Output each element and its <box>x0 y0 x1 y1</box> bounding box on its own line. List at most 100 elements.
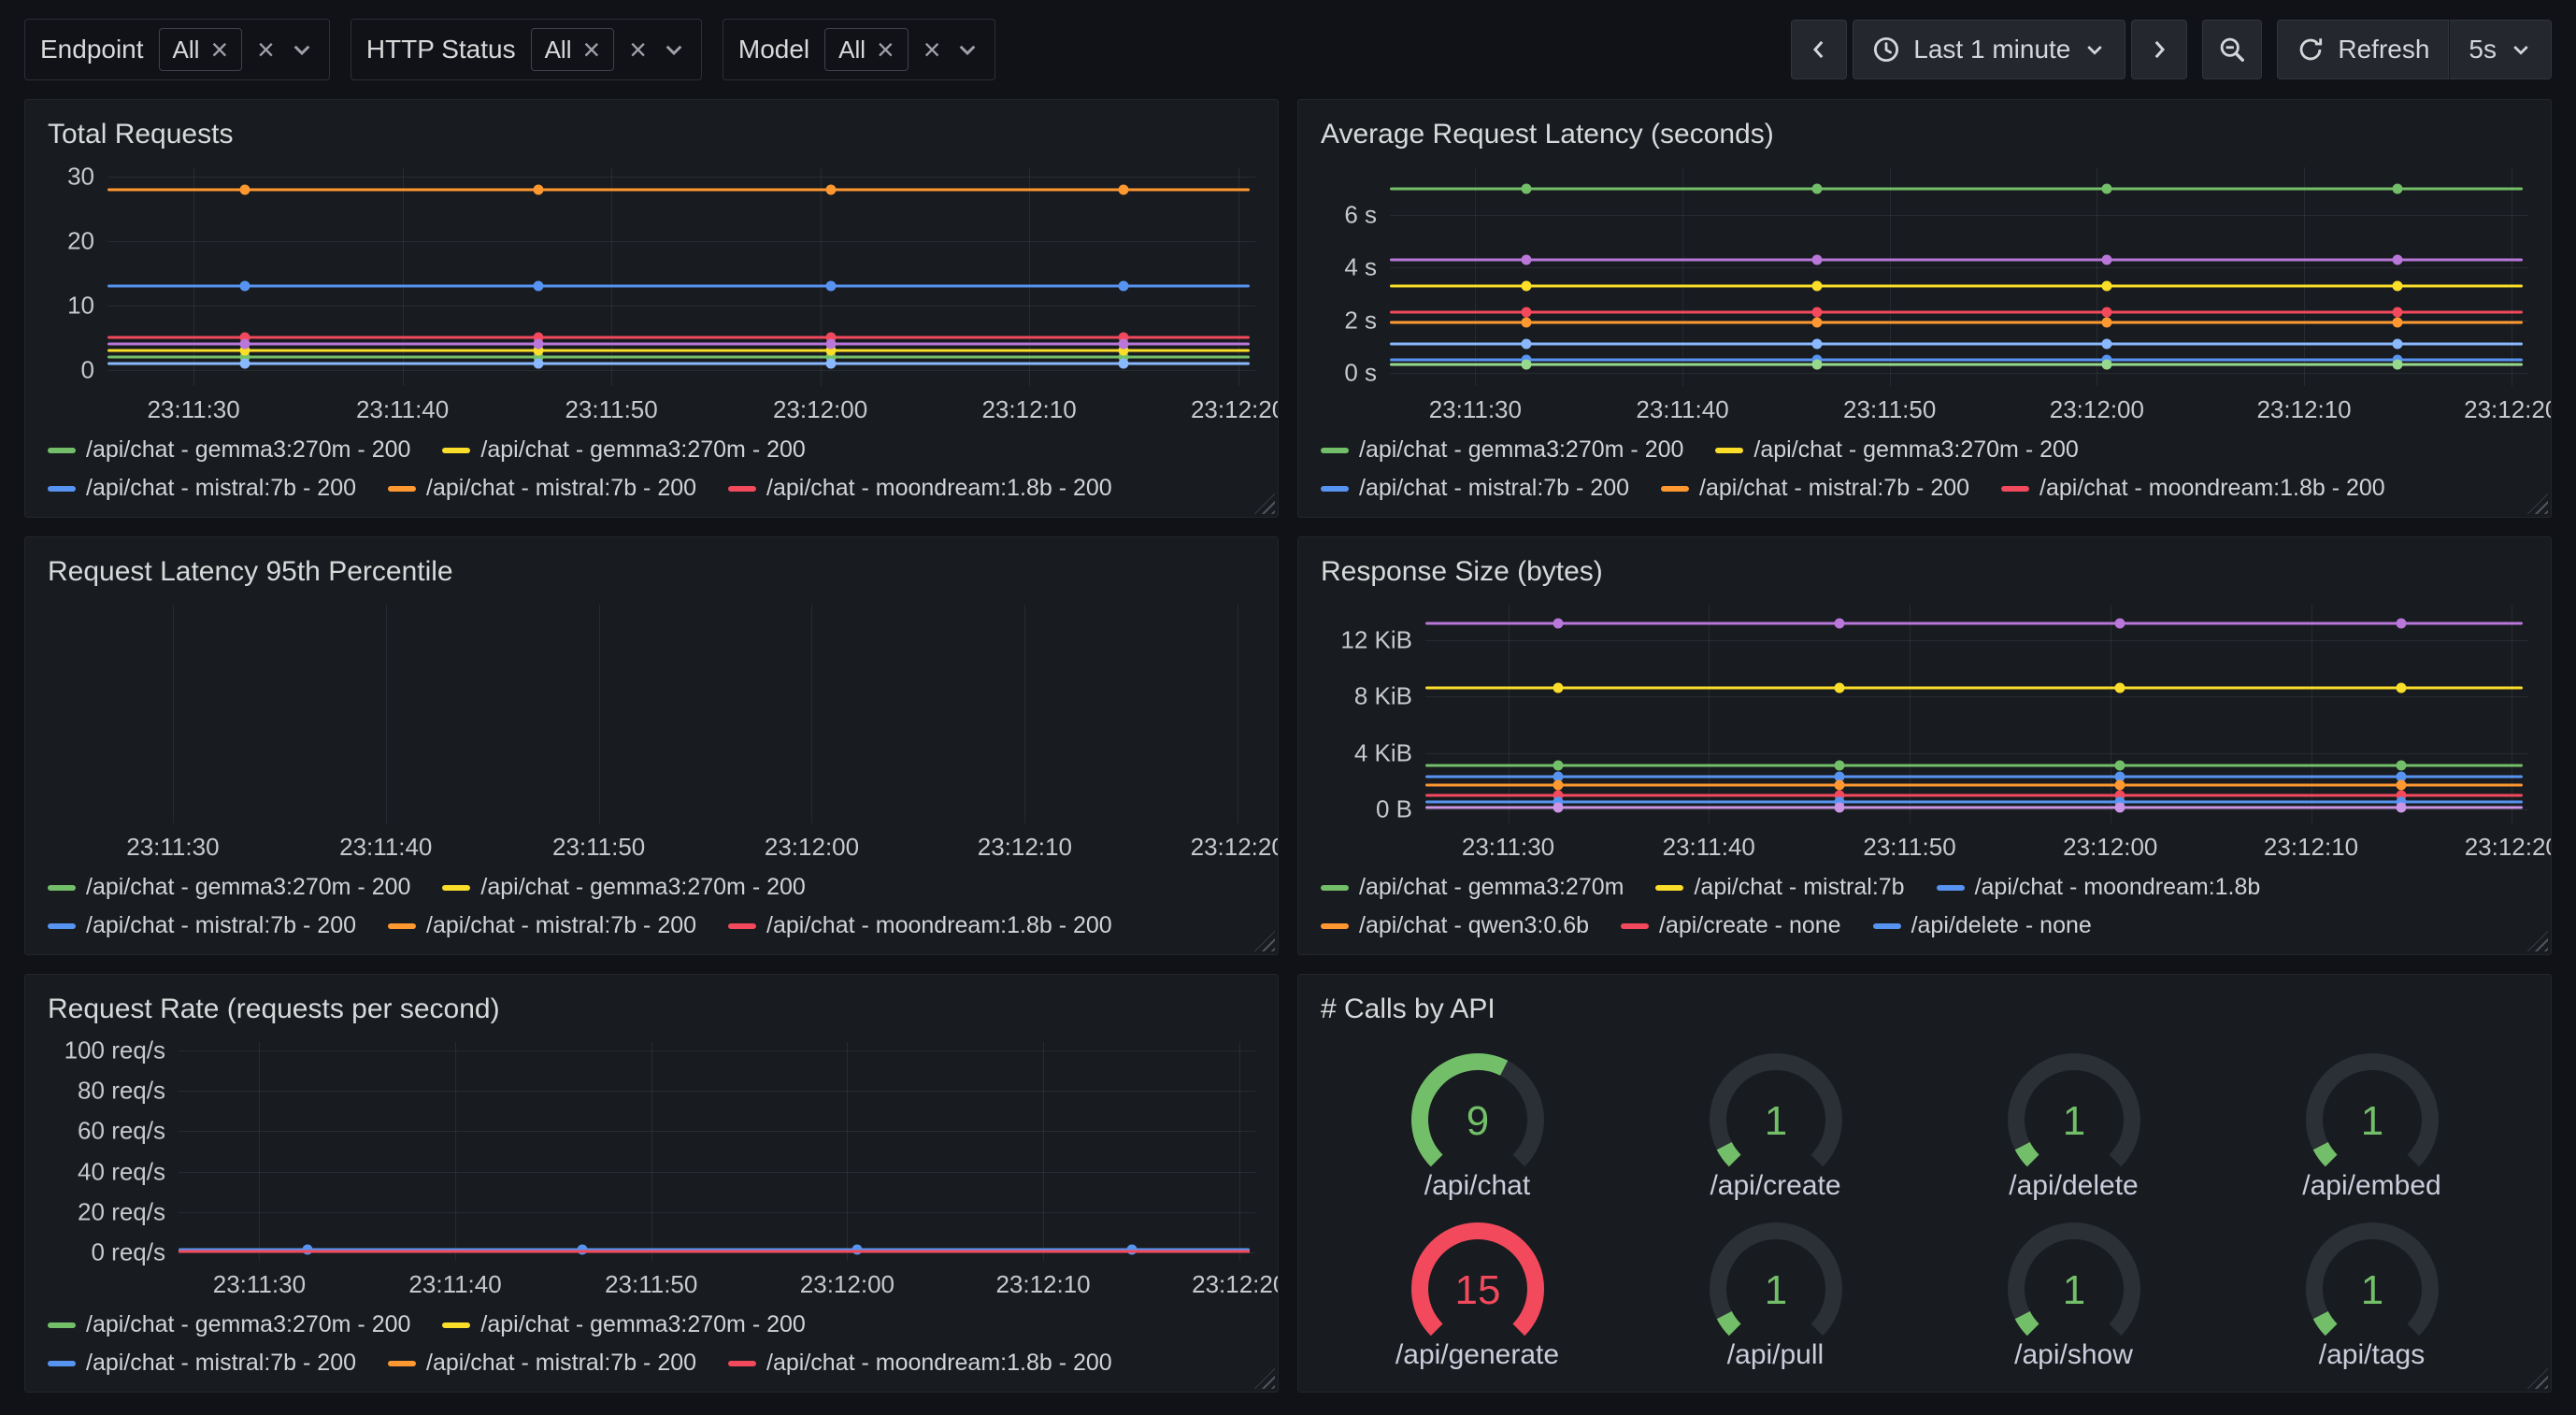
h-gridline <box>107 241 1255 242</box>
legend-item[interactable]: /api/delete - none <box>1873 912 2092 939</box>
series-point <box>533 185 543 195</box>
panel-resize-handle[interactable] <box>1254 1368 1275 1389</box>
series-point <box>1522 307 1532 318</box>
legend-swatch <box>1715 448 1743 453</box>
legend-item[interactable]: /api/chat - gemma3:270m <box>1321 874 1624 901</box>
legend-swatch <box>1937 885 1965 891</box>
legend-label: /api/chat - gemma3:270m <box>1359 874 1624 901</box>
time-shift-back-button[interactable] <box>1791 20 1847 79</box>
legend-item[interactable]: /api/chat - gemma3:270m - 200 <box>442 874 805 901</box>
panel-resize-handle[interactable] <box>2527 931 2548 951</box>
legend-item[interactable]: /api/chat - gemma3:270m - 200 <box>48 874 410 901</box>
plot-row: 0 s2 s4 s6 s <box>1321 167 2528 386</box>
series-line <box>1390 187 2523 190</box>
remove-value-icon[interactable]: × <box>583 35 601 64</box>
plot-row: 0 req/s20 req/s40 req/s60 req/s80 req/s1… <box>48 1042 1255 1261</box>
y-axis: 0 req/s20 req/s40 req/s60 req/s80 req/s1… <box>48 1042 179 1261</box>
zoom-out-button[interactable] <box>2202 20 2262 79</box>
y-tick-label: 12 KiB <box>1340 625 1412 654</box>
panel-resize-handle[interactable] <box>2527 1368 2548 1389</box>
panel-resize-handle[interactable] <box>2527 493 2548 514</box>
filter-value-chip[interactable]: All × <box>159 28 243 71</box>
legend-item[interactable]: /api/chat - moondream:1.8b - 200 <box>2001 475 2385 502</box>
legend-item[interactable]: /api/chat - gemma3:270m - 200 <box>1715 436 2078 464</box>
legend-item[interactable]: /api/chat - qwen3:0.6b <box>1321 912 1589 939</box>
series-point <box>1522 338 1532 349</box>
clear-filter-icon[interactable]: × <box>923 35 941 64</box>
legend-item[interactable]: /api/chat - moondream:1.8b - 200 <box>728 1350 1112 1377</box>
legend-item[interactable]: /api/chat - mistral:7b - 200 <box>388 912 696 939</box>
legend-item[interactable]: /api/chat - mistral:7b - 200 <box>1321 475 1629 502</box>
legend-item[interactable]: /api/chat - gemma3:270m - 200 <box>1321 436 1683 464</box>
series-line <box>1425 687 2523 690</box>
panel-title[interactable]: # Calls by API <box>1321 993 2528 1025</box>
legend-item[interactable]: /api/chat - mistral:7b - 200 <box>388 475 696 502</box>
legend-item[interactable]: /api/chat - mistral:7b <box>1655 874 1904 901</box>
filter-value: All <box>545 36 572 64</box>
legend-row: /api/chat - mistral:7b - 200/api/chat - … <box>1321 475 2528 502</box>
series-point <box>1834 780 1844 791</box>
legend-item[interactable]: /api/chat - gemma3:270m - 200 <box>442 1311 805 1338</box>
h-gridline <box>1425 809 2528 810</box>
panel-title[interactable]: Request Rate (requests per second) <box>48 993 1255 1025</box>
legend-item[interactable]: /api/chat - mistral:7b - 200 <box>388 1350 696 1377</box>
legend-item[interactable]: /api/chat - moondream:1.8b - 200 <box>728 912 1112 939</box>
legend-item[interactable]: /api/chat - moondream:1.8b - 200 <box>728 475 1112 502</box>
series-point <box>2392 360 2402 370</box>
legend-item[interactable]: /api/chat - moondream:1.8b <box>1937 874 2261 901</box>
time-shift-forward-button[interactable] <box>2131 20 2187 79</box>
panel-request-rate: Request Rate (requests per second) 0 req… <box>24 974 1279 1393</box>
filter-value-chip[interactable]: All × <box>824 28 909 71</box>
panel-resize-handle[interactable] <box>1254 493 1275 514</box>
legend-label: /api/chat - mistral:7b - 200 <box>426 1350 696 1377</box>
y-tick-label: 0 <box>81 355 94 384</box>
x-tick-label: 23:12:20 <box>1191 833 1279 862</box>
panel-title[interactable]: Request Latency 95th Percentile <box>48 556 1255 588</box>
panel-title[interactable]: Response Size (bytes) <box>1321 556 2528 588</box>
series-point <box>1811 280 1822 291</box>
x-tick-label: 23:11:50 <box>605 1270 697 1299</box>
legend: /api/chat - gemma3:270m - 200/api/chat -… <box>1321 425 2528 506</box>
filter-value-chip[interactable]: All × <box>531 28 615 71</box>
panel-resize-handle[interactable] <box>1254 931 1275 951</box>
legend-item[interactable]: /api/chat - gemma3:270m - 200 <box>442 436 805 464</box>
panel-body: 0 s2 s4 s6 s23:11:3023:11:4023:11:5023:1… <box>1321 160 2528 506</box>
legend-swatch <box>442 885 470 891</box>
h-gridline <box>179 1091 1255 1092</box>
timeseries-chart: 0 s2 s4 s6 s23:11:3023:11:4023:11:5023:1… <box>1321 160 2528 506</box>
series-point <box>240 339 250 350</box>
clear-filter-icon[interactable]: × <box>629 35 647 64</box>
v-gridline <box>1509 605 1510 823</box>
time-controls: Last 1 minute Refresh 5s <box>1791 20 2552 79</box>
legend-item[interactable]: /api/chat - gemma3:270m - 200 <box>48 1311 410 1338</box>
series-point <box>2397 683 2407 693</box>
legend-label: /api/chat - mistral:7b - 200 <box>1359 475 1629 502</box>
legend-label: /api/chat - mistral:7b - 200 <box>426 912 696 939</box>
time-range-picker[interactable]: Last 1 minute <box>1853 20 2125 79</box>
v-gridline <box>386 605 387 823</box>
h-gridline <box>1390 373 2528 374</box>
refresh-button[interactable]: Refresh <box>2277 20 2449 79</box>
panel-body: 0 B4 KiB8 KiB12 KiB23:11:3023:11:4023:11… <box>1321 597 2528 943</box>
chevron-down-icon[interactable] <box>955 37 980 62</box>
x-axis: 23:11:3023:11:4023:11:5023:12:0023:12:10… <box>179 1261 1255 1300</box>
clear-filter-icon[interactable]: × <box>257 35 275 64</box>
filter-key-label: HTTP Status <box>366 35 516 64</box>
chevron-down-icon[interactable] <box>290 37 314 62</box>
legend-item[interactable]: /api/chat - mistral:7b - 200 <box>48 475 356 502</box>
panel-body: 010203023:11:3023:11:4023:11:5023:12:002… <box>48 160 1255 506</box>
remove-value-icon[interactable]: × <box>877 35 894 64</box>
remove-value-icon[interactable]: × <box>210 35 228 64</box>
series-line <box>1390 311 2523 314</box>
legend-item[interactable]: /api/chat - gemma3:270m - 200 <box>48 436 410 464</box>
chevron-down-icon[interactable] <box>662 37 686 62</box>
panel-title[interactable]: Average Request Latency (seconds) <box>1321 119 2528 150</box>
legend-item[interactable]: /api/chat - mistral:7b - 200 <box>48 912 356 939</box>
v-gridline <box>1024 605 1025 823</box>
gauge-value: 9 <box>1466 1098 1488 1144</box>
panel-title[interactable]: Total Requests <box>48 119 1255 150</box>
legend-item[interactable]: /api/create - none <box>1621 912 1841 939</box>
refresh-interval-picker[interactable]: 5s <box>2449 20 2552 79</box>
legend-item[interactable]: /api/chat - mistral:7b - 200 <box>48 1350 356 1377</box>
legend-item[interactable]: /api/chat - mistral:7b - 200 <box>1661 475 1969 502</box>
